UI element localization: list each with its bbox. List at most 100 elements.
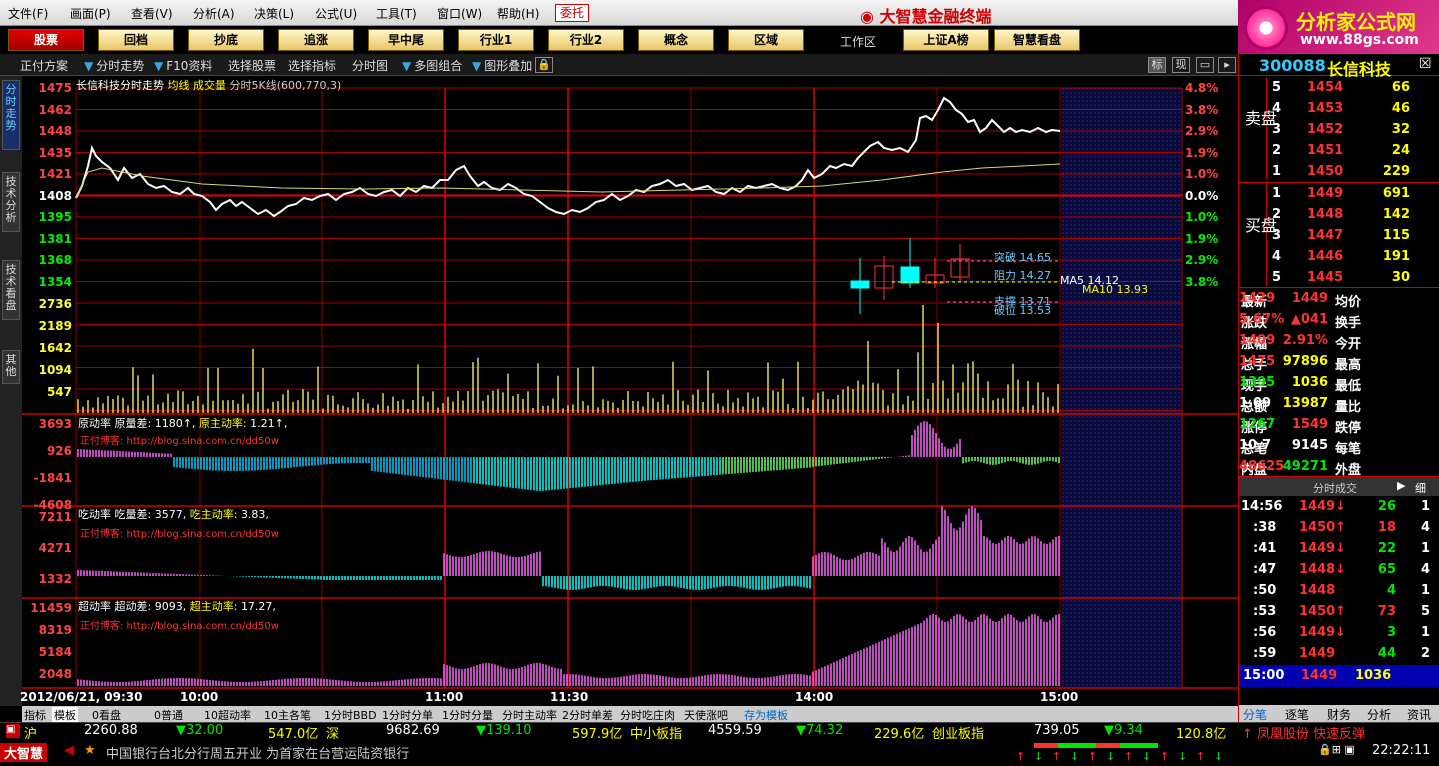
panel1-blog[interactable]: 正付博客: http://blog.sina.com.cn/dd50w [80,432,279,447]
rtab-finance[interactable]: 财务 [1327,706,1351,723]
side-tab-tech-view[interactable]: 技术看盘 [2,260,20,320]
close-icon[interactable]: ☒ [1419,56,1432,72]
tb-f10[interactable]: ▼ F10资料 [154,57,212,74]
rtab-analysis[interactable]: 分析 [1367,706,1391,723]
cy-label[interactable]: 创业板指 [932,723,984,742]
menu-window[interactable]: 窗口(W) [437,5,482,22]
tick-row[interactable]: :56 1449↓ 3 1 [1239,623,1439,644]
bid-row[interactable]: 5 1445 30 [1239,268,1439,289]
bid-row[interactable]: 1 1449 691 [1239,184,1439,205]
lock-icon[interactable]: 🔒 [535,57,553,73]
tb-select-stock[interactable]: 选择股票 [228,57,276,74]
btab-active-rate[interactable]: 分时主动率 [502,707,557,723]
rtab-news[interactable]: 资讯 [1407,706,1431,723]
collapse-icon[interactable]: ▸ [1218,57,1236,73]
zx-label[interactable]: 中小板指 [630,723,682,742]
btab-view0[interactable]: 0看盘 [92,707,121,723]
menu-help[interactable]: 帮助(H) [497,5,539,22]
panel2-blog[interactable]: 正付博客: http://blog.sina.com.cn/dd50w [80,525,279,540]
tick-row[interactable]: :59 1449 44 2 [1239,644,1439,665]
alert-text[interactable]: ↑ 凤凰股份 快速反弹 [1242,723,1365,742]
stat-row[interactable]: 最新 1449 均价 1429 [1239,289,1439,310]
trade-button[interactable]: 委托 [555,4,589,22]
last-tick-row[interactable]: 15:00 1449 1036 [1239,665,1439,687]
tb-intraday-chart[interactable]: 分时图 [352,57,388,74]
btab-split-order[interactable]: 1分时分单 [382,707,433,723]
btn-bottom[interactable]: 抄底 [188,29,264,51]
tb-overlay[interactable]: ▼ 图形叠加 [472,57,532,74]
btn-pullback[interactable]: 回档 [98,29,174,51]
side-tab-tech-analysis[interactable]: 技术分析 [2,172,20,232]
menu-analysis[interactable]: 分析(A) [193,5,235,22]
play-icon[interactable]: ▶ [1397,479,1405,492]
stat-row[interactable]: 涨停 1549 跌停 1267 [1239,415,1439,436]
btab-split-vol[interactable]: 1分时分量 [442,707,493,723]
monitor-icons[interactable]: 🔒⊞ ▣ [1318,743,1355,756]
side-tab-other[interactable]: 其他 [2,350,20,384]
bid-row[interactable]: 2 1448 142 [1239,205,1439,226]
btab-indicator[interactable]: 指标 [24,707,46,723]
btab-angel[interactable]: 天使涨吧 [684,707,728,723]
stat-row[interactable]: 总额 13987 量比 1.09 [1239,394,1439,415]
stat-row[interactable]: 总手 97896 最高 1475 [1239,352,1439,373]
menu-file[interactable]: 文件(F) [8,5,48,22]
btn-sh-a-rank[interactable]: 上证A榜 [903,29,989,51]
btab-main10[interactable]: 10主各笔 [264,707,311,723]
rtab-per-trade[interactable]: 逐笔 [1285,706,1309,723]
menu-decision[interactable]: 决策(L) [254,5,294,22]
stat-row[interactable]: 内盘 49271 外盘 48625 [1239,457,1439,478]
btab-save-template[interactable]: 存为模板 [744,707,788,723]
btab-super10[interactable]: 10超动率 [204,707,251,723]
ticks-detail-button[interactable]: 细 [1415,480,1426,496]
tick-row[interactable]: :41 1449↓ 22 1 [1239,539,1439,560]
sz-label[interactable]: 深 [326,723,339,742]
ask-row[interactable]: 2 1451 24 [1239,141,1439,162]
stat-row[interactable]: 涨跌 ▲041 换手 5.67% [1239,310,1439,331]
btab-order-diff[interactable]: 2分时单差 [562,707,613,723]
tb-select-indicator[interactable]: 选择指标 [288,57,336,74]
rtab-ticks[interactable]: 分笔 [1243,706,1267,723]
btab-normal0[interactable]: 0普通 [154,707,183,723]
tb-scheme[interactable]: 正付方案 [20,57,68,74]
stat-row[interactable]: 现手 1036 最低 1395 [1239,373,1439,394]
tick-row[interactable]: :38 1450↑ 18 4 [1239,518,1439,539]
tb-multi-chart[interactable]: ▼ 多图组合 [402,57,462,74]
ask-row[interactable]: 1 1450 229 [1239,162,1439,183]
tick-row[interactable]: :53 1450↑ 73 5 [1239,602,1439,623]
bid-row[interactable]: 3 1447 115 [1239,226,1439,247]
btn-industry1[interactable]: 行业1 [458,29,534,51]
btab-bbd[interactable]: 1分时BBD [324,707,377,723]
menu-view-screen[interactable]: 画面(P) [70,5,111,22]
btab-template[interactable]: 模板 [52,707,78,723]
btn-session[interactable]: 早中尾 [368,29,444,51]
btn-chase[interactable]: 追涨 [278,29,354,51]
side-tab-intraday[interactable]: 分时走势 [2,80,20,150]
stat-row[interactable]: 总笔 9145 每笔 10.7 [1239,436,1439,457]
btab-eat-meat[interactable]: 分时吃庄肉 [620,707,675,723]
btn-industry2[interactable]: 行业2 [548,29,624,51]
minimize-icon[interactable]: ▭ [1196,57,1214,73]
menu-tools[interactable]: 工具(T) [376,5,417,22]
stat-row[interactable]: 涨幅 2.91% 今开 1409 [1239,331,1439,352]
ask-row[interactable]: 5 1454 66 [1239,78,1439,99]
btn-smart-view[interactable]: 智慧看盘 [994,29,1080,51]
tb-mark[interactable]: 标 [1148,57,1166,73]
ask-row[interactable]: 3 1452 32 [1239,120,1439,141]
tb-intraday[interactable]: ▼ 分时走势 [84,57,144,74]
btn-region[interactable]: 区域 [728,29,804,51]
sh-label[interactable]: 沪 [24,723,37,742]
btn-stocks[interactable]: 股票 [8,29,84,51]
btn-concept[interactable]: 概念 [638,29,714,51]
tick-row[interactable]: 14:56 1449↓ 26 1 [1239,497,1439,518]
intraday-chart[interactable]: 长信科技分时走势 均线 成交量 分时5K线(600,770,3) 1475 146… [20,76,1238,706]
tick-row[interactable]: :47 1448↓ 65 4 [1239,560,1439,581]
menu-view[interactable]: 查看(V) [131,5,173,22]
tb-current[interactable]: 现 [1172,57,1190,73]
panel3-blog[interactable]: 正付博客: http://blog.sina.com.cn/dd50w [80,617,279,632]
ask-row[interactable]: 4 1453 46 [1239,99,1439,120]
ad-logo[interactable]: 分析家公式网 www.88gs.com [1238,0,1439,54]
news-ticker[interactable]: 中国银行台北分行周五开业 为首家在台营运陆资银行 [106,743,409,762]
menu-formula[interactable]: 公式(U) [315,5,357,22]
tick-row[interactable]: :50 1448 4 1 [1239,581,1439,602]
bid-row[interactable]: 4 1446 191 [1239,247,1439,268]
